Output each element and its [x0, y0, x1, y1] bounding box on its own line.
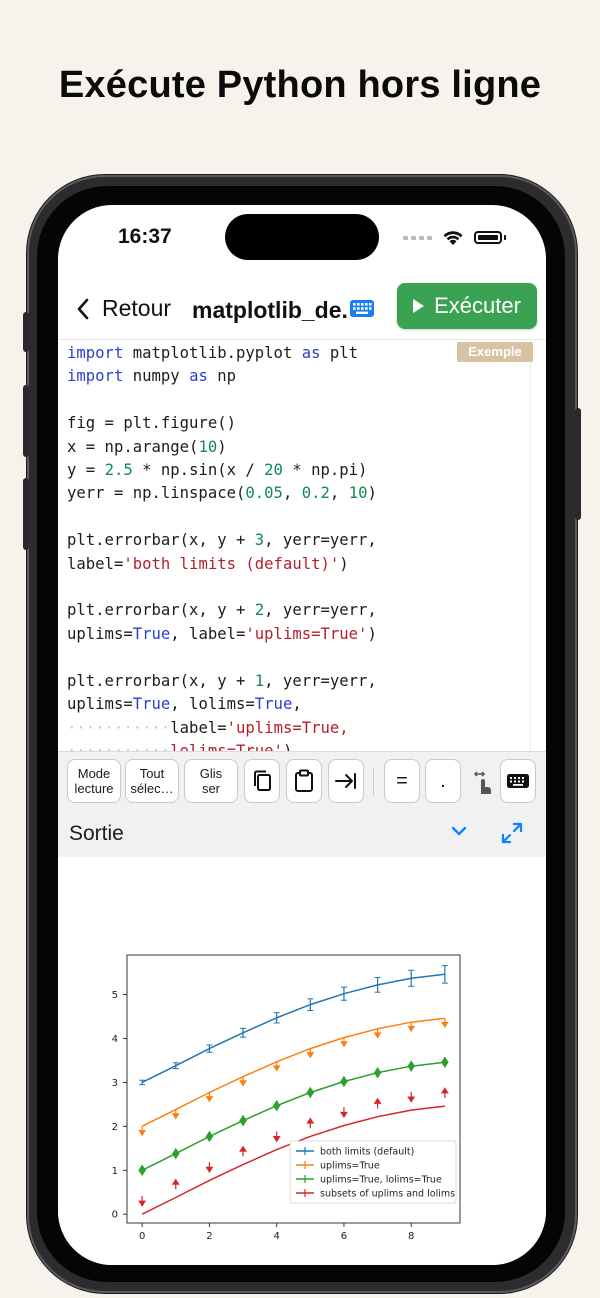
status-time: 16:37 [118, 225, 172, 248]
drag-cursor-icon[interactable] [472, 770, 494, 796]
keyboard-icon[interactable] [349, 299, 375, 318]
chevron-down-icon[interactable] [451, 826, 467, 836]
silent-switch [23, 312, 29, 352]
drag-label-2: ser [201, 781, 221, 796]
drag-label-1: Glis [199, 766, 223, 781]
example-badge: Exemple [457, 342, 533, 362]
y-tick-label: 1 [112, 1166, 118, 1177]
output-header: Sortie [58, 813, 546, 857]
x-tick-label: 2 [206, 1231, 212, 1242]
paste-icon [295, 769, 313, 792]
output-title: Sortie [69, 822, 124, 845]
equals-button[interactable]: = [384, 759, 420, 803]
select-all-label-2: sélec… [130, 781, 174, 796]
status-icons [403, 229, 506, 246]
app-screen: 16:37 Retour matplotlib_de. Exécuter Exe… [58, 205, 546, 1265]
nav-bar: Retour matplotlib_de. Exécuter [58, 281, 546, 337]
editor-margin-rule [530, 340, 531, 752]
volume-down-button [23, 478, 29, 550]
tab-icon [335, 773, 356, 789]
dynamic-island [225, 214, 379, 260]
y-tick-label: 5 [112, 990, 118, 1001]
play-icon [413, 299, 425, 313]
x-tick-label: 4 [273, 1231, 279, 1242]
x-tick-label: 0 [139, 1231, 145, 1242]
legend-label: both limits (default) [320, 1147, 414, 1158]
expand-icon[interactable] [500, 821, 524, 845]
y-tick-label: 2 [112, 1122, 118, 1133]
run-label: Exécuter [434, 293, 521, 318]
drag-button[interactable]: Glis ser [184, 759, 238, 803]
x-tick-label: 6 [341, 1231, 347, 1242]
select-all-label-1: Tout [139, 766, 165, 781]
run-button[interactable]: Exécuter [397, 283, 537, 329]
copy-button[interactable] [244, 759, 280, 803]
wifi-icon [443, 231, 463, 245]
toolbar-divider [373, 768, 374, 796]
y-tick-label: 3 [112, 1078, 118, 1089]
errorbar-chart: 0 2 4 6 8 0 1 2 3 4 5 both limits (default) uplims=T… [112, 954, 461, 1242]
hide-keyboard-icon [507, 774, 529, 788]
select-all-button[interactable]: Tout sélec… [125, 759, 179, 803]
power-button [575, 408, 581, 520]
page-headline: Exécute Python hors ligne [58, 64, 542, 106]
chevron-left-icon [77, 298, 89, 319]
y-tick-label: 0 [112, 1210, 118, 1221]
output-panel: 0 2 4 6 8 0 1 2 3 4 5 both limits (default) uplims=T… [58, 857, 546, 1265]
y-tick-label: 4 [112, 1034, 118, 1045]
signal-icon [403, 235, 432, 240]
code-text[interactable]: import matplotlib.pyplot as plt import n… [67, 342, 377, 752]
battery-icon [474, 231, 502, 244]
read-mode-label-1: Mode [77, 766, 111, 781]
battery-tip [504, 235, 506, 240]
volume-up-button [23, 385, 29, 457]
back-label: Retour [102, 295, 172, 321]
back-button[interactable]: Retour [76, 295, 171, 322]
legend-label: subsets of uplims and lolims [320, 1189, 455, 1200]
read-mode-label-2: lecture [74, 781, 114, 796]
read-mode-button[interactable]: Mode lecture [67, 759, 121, 803]
copy-icon [254, 770, 271, 791]
tab-button[interactable] [328, 759, 364, 803]
x-tick-label: 8 [408, 1231, 414, 1242]
hide-keyboard-button[interactable] [500, 759, 536, 803]
paste-button[interactable] [286, 759, 322, 803]
editor-toolbar: Mode lecture Tout sélec… Glis ser = . [58, 751, 546, 815]
legend-label: uplims=True, lolims=True [320, 1175, 442, 1186]
file-title[interactable]: matplotlib_de. [192, 297, 348, 324]
code-editor[interactable]: Exemple import matplotlib.pyplot as plt … [58, 339, 546, 752]
legend-label: uplims=True [320, 1161, 380, 1172]
dot-button[interactable]: . [425, 759, 461, 803]
